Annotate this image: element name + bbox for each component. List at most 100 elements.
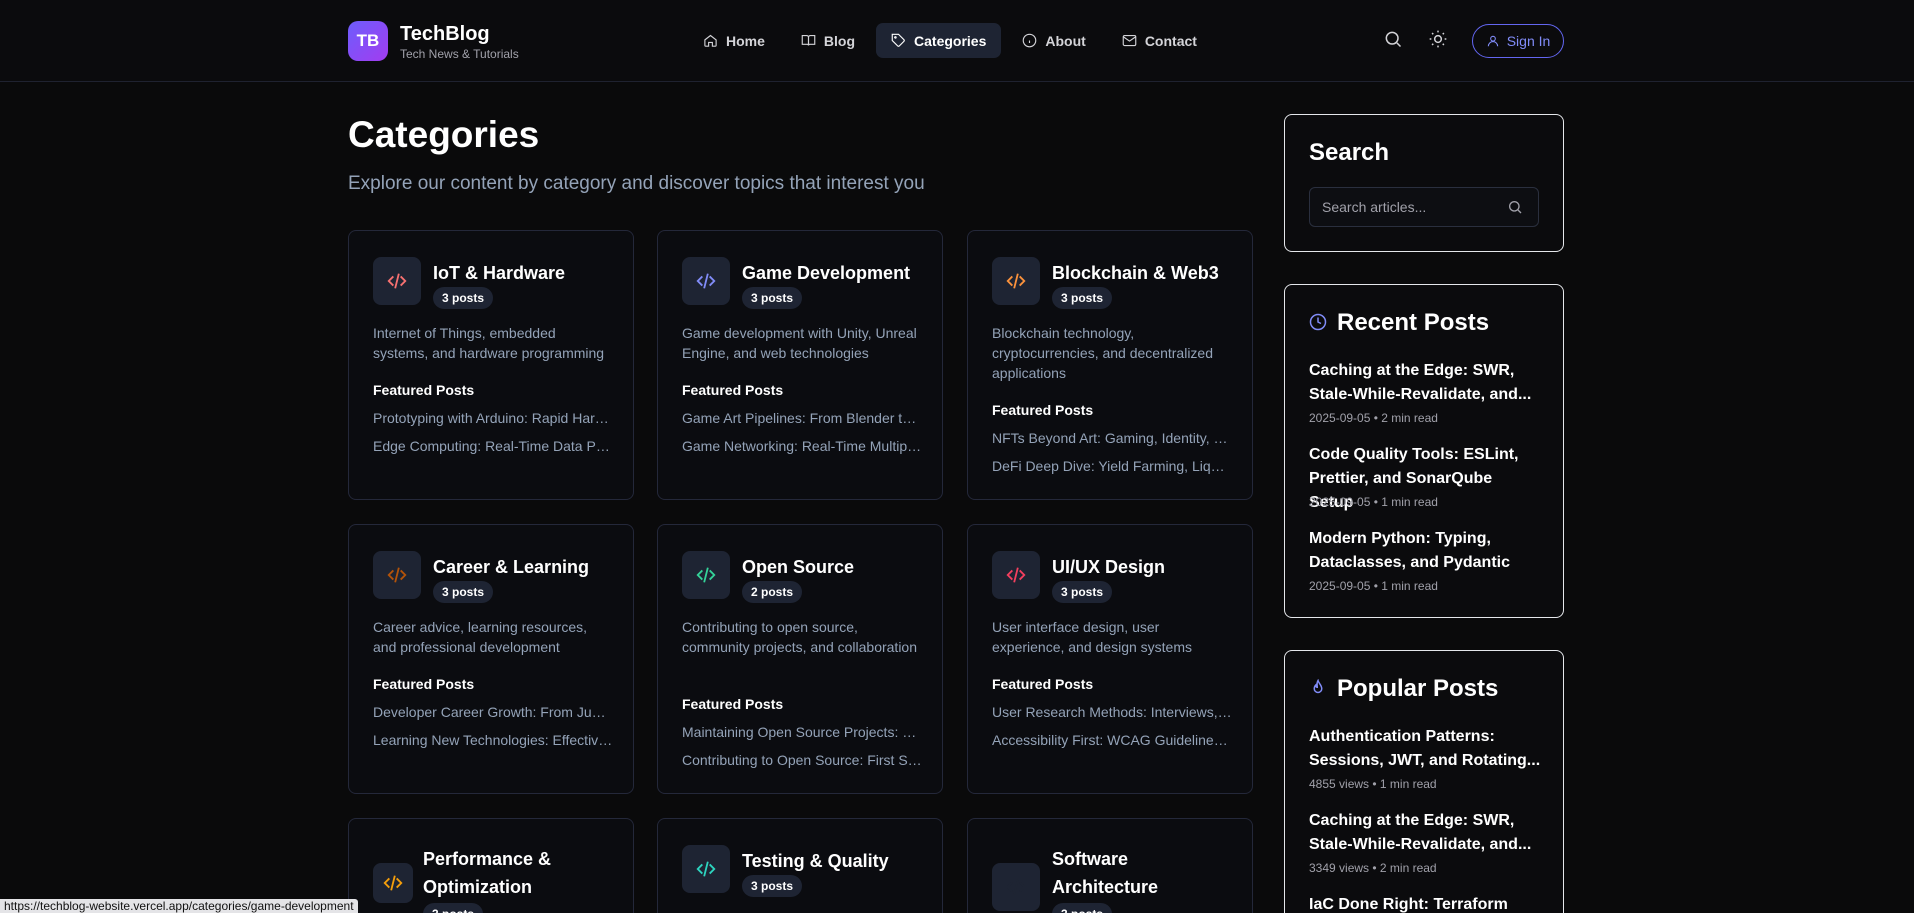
nav-blog-label: Blog bbox=[823, 32, 856, 49]
brand[interactable]: TechBlog Tech News & Tutorials bbox=[400, 22, 519, 62]
featured-posts-label: Featured Posts bbox=[373, 676, 475, 692]
featured-posts-label: Featured Posts bbox=[992, 402, 1094, 418]
category-description: Internet of Things, embedded systems, an… bbox=[373, 325, 605, 361]
nav-contact-label: Contact bbox=[1144, 32, 1197, 49]
post-count-badge: 3 posts bbox=[433, 581, 494, 603]
recent-post-link[interactable]: Modern Python: Typing, Dataclasses, and … bbox=[1309, 527, 1541, 575]
recent-post-link[interactable]: Caching at the Edge: SWR, Stale-While-Re… bbox=[1309, 359, 1541, 407]
category-description: Blockchain technology, cryptocurrencies,… bbox=[992, 325, 1214, 381]
category-name: Open Source bbox=[742, 557, 855, 577]
featured-post-link[interactable]: Game Networking: Real-Time Multiplayer bbox=[682, 438, 922, 454]
category-description: Career advice, learning resources, and p… bbox=[373, 619, 587, 655]
featured-post-link[interactable]: Developer Career Growth: From Junior to … bbox=[373, 704, 613, 720]
nav-about-label: About bbox=[1045, 32, 1086, 49]
category-name: Performance & Optimization bbox=[423, 849, 552, 897]
book-icon bbox=[801, 34, 816, 46]
popular-posts-widget: Popular Posts Authentication Patterns: S… bbox=[1284, 650, 1564, 913]
featured-post-link[interactable]: Game Art Pipelines: From Blender to Engi… bbox=[682, 410, 922, 426]
search-icon[interactable] bbox=[1383, 29, 1403, 49]
category-name: Testing & Quality bbox=[742, 851, 889, 871]
popular-post-link[interactable]: IaC Done Right: Terraform bbox=[1309, 893, 1541, 913]
post-count-badge: 3 posts bbox=[433, 287, 494, 309]
featured-post-link[interactable]: Learning New Technologies: Effective Str… bbox=[373, 732, 613, 748]
category-card[interactable]: IoT & Hardware 3 posts Internet of Thing… bbox=[348, 230, 634, 500]
category-name: Game Development bbox=[742, 263, 911, 283]
code-icon bbox=[682, 551, 730, 599]
site-header: TB TechBlog Tech News & Tutorials Home B… bbox=[0, 0, 1914, 82]
nav-home-label: Home bbox=[726, 32, 765, 49]
featured-posts-label: Featured Posts bbox=[682, 382, 784, 398]
link-status-bar: https://techblog-website.vercel.app/cate… bbox=[0, 899, 358, 913]
category-card[interactable]: Testing & Quality 3 posts bbox=[657, 818, 943, 913]
recent-post-meta: 2025-09-05 • 1 min read bbox=[1309, 579, 1438, 593]
post-count-badge: 3 posts bbox=[1052, 287, 1113, 309]
search-widget: Search bbox=[1284, 114, 1564, 252]
popular-post-link[interactable]: Authentication Patterns: Sessions, JWT, … bbox=[1309, 725, 1541, 773]
search-icon[interactable] bbox=[1507, 199, 1523, 215]
featured-post-link[interactable]: DeFi Deep Dive: Yield Farming, Liquidity… bbox=[992, 458, 1232, 474]
nav-categories[interactable]: Categories bbox=[876, 23, 1002, 58]
home-icon bbox=[704, 34, 717, 47]
code-icon bbox=[682, 845, 730, 893]
clock-icon bbox=[1309, 313, 1327, 331]
user-icon bbox=[1487, 35, 1498, 47]
category-description: User interface design, user experience, … bbox=[992, 619, 1192, 655]
category-name: Blockchain & Web3 bbox=[1052, 263, 1219, 283]
post-count-badge: 3 posts bbox=[423, 903, 484, 913]
recent-posts-widget: Recent Posts Caching at the Edge: SWR, S… bbox=[1284, 284, 1564, 618]
search-widget-title: Search bbox=[1309, 139, 1390, 166]
category-card[interactable]: Blockchain & Web3 3 posts Blockchain tec… bbox=[967, 230, 1253, 500]
page-subtitle: Explore our content by category and disc… bbox=[348, 173, 925, 194]
category-card[interactable]: Open Source 2 posts Contributing to open… bbox=[657, 524, 943, 794]
featured-post-link[interactable]: Accessibility First: WCAG Guidelines in … bbox=[992, 732, 1232, 748]
post-count-badge: 3 posts bbox=[1052, 581, 1113, 603]
nav-categories-label: Categories bbox=[914, 32, 987, 49]
code-icon bbox=[992, 551, 1040, 599]
flame-icon bbox=[1313, 679, 1323, 694]
code-icon bbox=[373, 551, 421, 599]
category-card[interactable]: Career & Learning 3 posts Career advice,… bbox=[348, 524, 634, 794]
post-count-badge: 3 posts bbox=[1052, 903, 1113, 913]
code-icon bbox=[373, 257, 421, 305]
sign-in-button[interactable]: Sign In bbox=[1472, 24, 1564, 58]
featured-post-link[interactable]: Maintaining Open Source Projects: Best P… bbox=[682, 724, 922, 740]
code-icon bbox=[682, 257, 730, 305]
popular-post-link[interactable]: Caching at the Edge: SWR, Stale-While-Re… bbox=[1309, 809, 1541, 857]
page-title: Categories bbox=[348, 114, 540, 155]
brand-tagline: Tech News & Tutorials bbox=[400, 47, 519, 61]
category-card[interactable]: Performance & Optimization 3 posts bbox=[348, 818, 634, 913]
category-name: Software Architecture bbox=[1052, 849, 1159, 897]
nav-about[interactable]: About bbox=[1007, 23, 1100, 58]
recent-post-meta: 2025-09-05 • 1 min read bbox=[1309, 495, 1438, 509]
category-name: Career & Learning bbox=[433, 557, 590, 577]
search-input[interactable] bbox=[1309, 187, 1539, 227]
post-count-badge: 3 posts bbox=[742, 287, 803, 309]
featured-posts-label: Featured Posts bbox=[682, 696, 784, 712]
category-card[interactable]: UI/UX Design 3 posts User interface desi… bbox=[967, 524, 1253, 794]
category-card[interactable]: Software Architecture 3 posts bbox=[967, 818, 1253, 913]
brand-name: TechBlog bbox=[400, 23, 490, 45]
tag-icon bbox=[891, 33, 905, 47]
featured-post-link[interactable]: NFTs Beyond Art: Gaming, Identity, and M… bbox=[992, 430, 1232, 446]
code-icon bbox=[373, 863, 413, 903]
category-name: IoT & Hardware bbox=[433, 263, 566, 283]
popular-posts-title: Popular Posts bbox=[1337, 675, 1499, 702]
post-count-badge: 3 posts bbox=[742, 875, 803, 897]
category-description: Game development with Unity, Unreal Engi… bbox=[682, 325, 917, 361]
featured-post-link[interactable]: Prototyping with Arduino: Rapid Hardware… bbox=[373, 410, 613, 426]
recent-posts-title: Recent Posts bbox=[1337, 309, 1490, 336]
featured-posts-label: Featured Posts bbox=[373, 382, 475, 398]
popular-post-meta: 3349 views • 2 min read bbox=[1309, 861, 1437, 875]
logo-text: TB bbox=[356, 31, 380, 50]
mail-icon bbox=[1122, 34, 1137, 47]
featured-post-link[interactable]: Contributing to Open Source: First Steps bbox=[682, 752, 922, 768]
featured-post-link[interactable]: Edge Computing: Real-Time Data Processin… bbox=[373, 438, 613, 454]
theme-toggle-sun-icon[interactable] bbox=[1428, 29, 1448, 49]
info-icon bbox=[1023, 33, 1037, 48]
nav-home[interactable]: Home bbox=[688, 23, 780, 58]
nav-contact[interactable]: Contact bbox=[1107, 23, 1212, 58]
nav-blog[interactable]: Blog bbox=[786, 23, 870, 58]
category-card[interactable]: Game Development 3 posts Game developmen… bbox=[657, 230, 943, 500]
site-logo[interactable]: TB bbox=[348, 21, 388, 61]
featured-post-link[interactable]: User Research Methods: Interviews, Surve… bbox=[992, 704, 1232, 720]
